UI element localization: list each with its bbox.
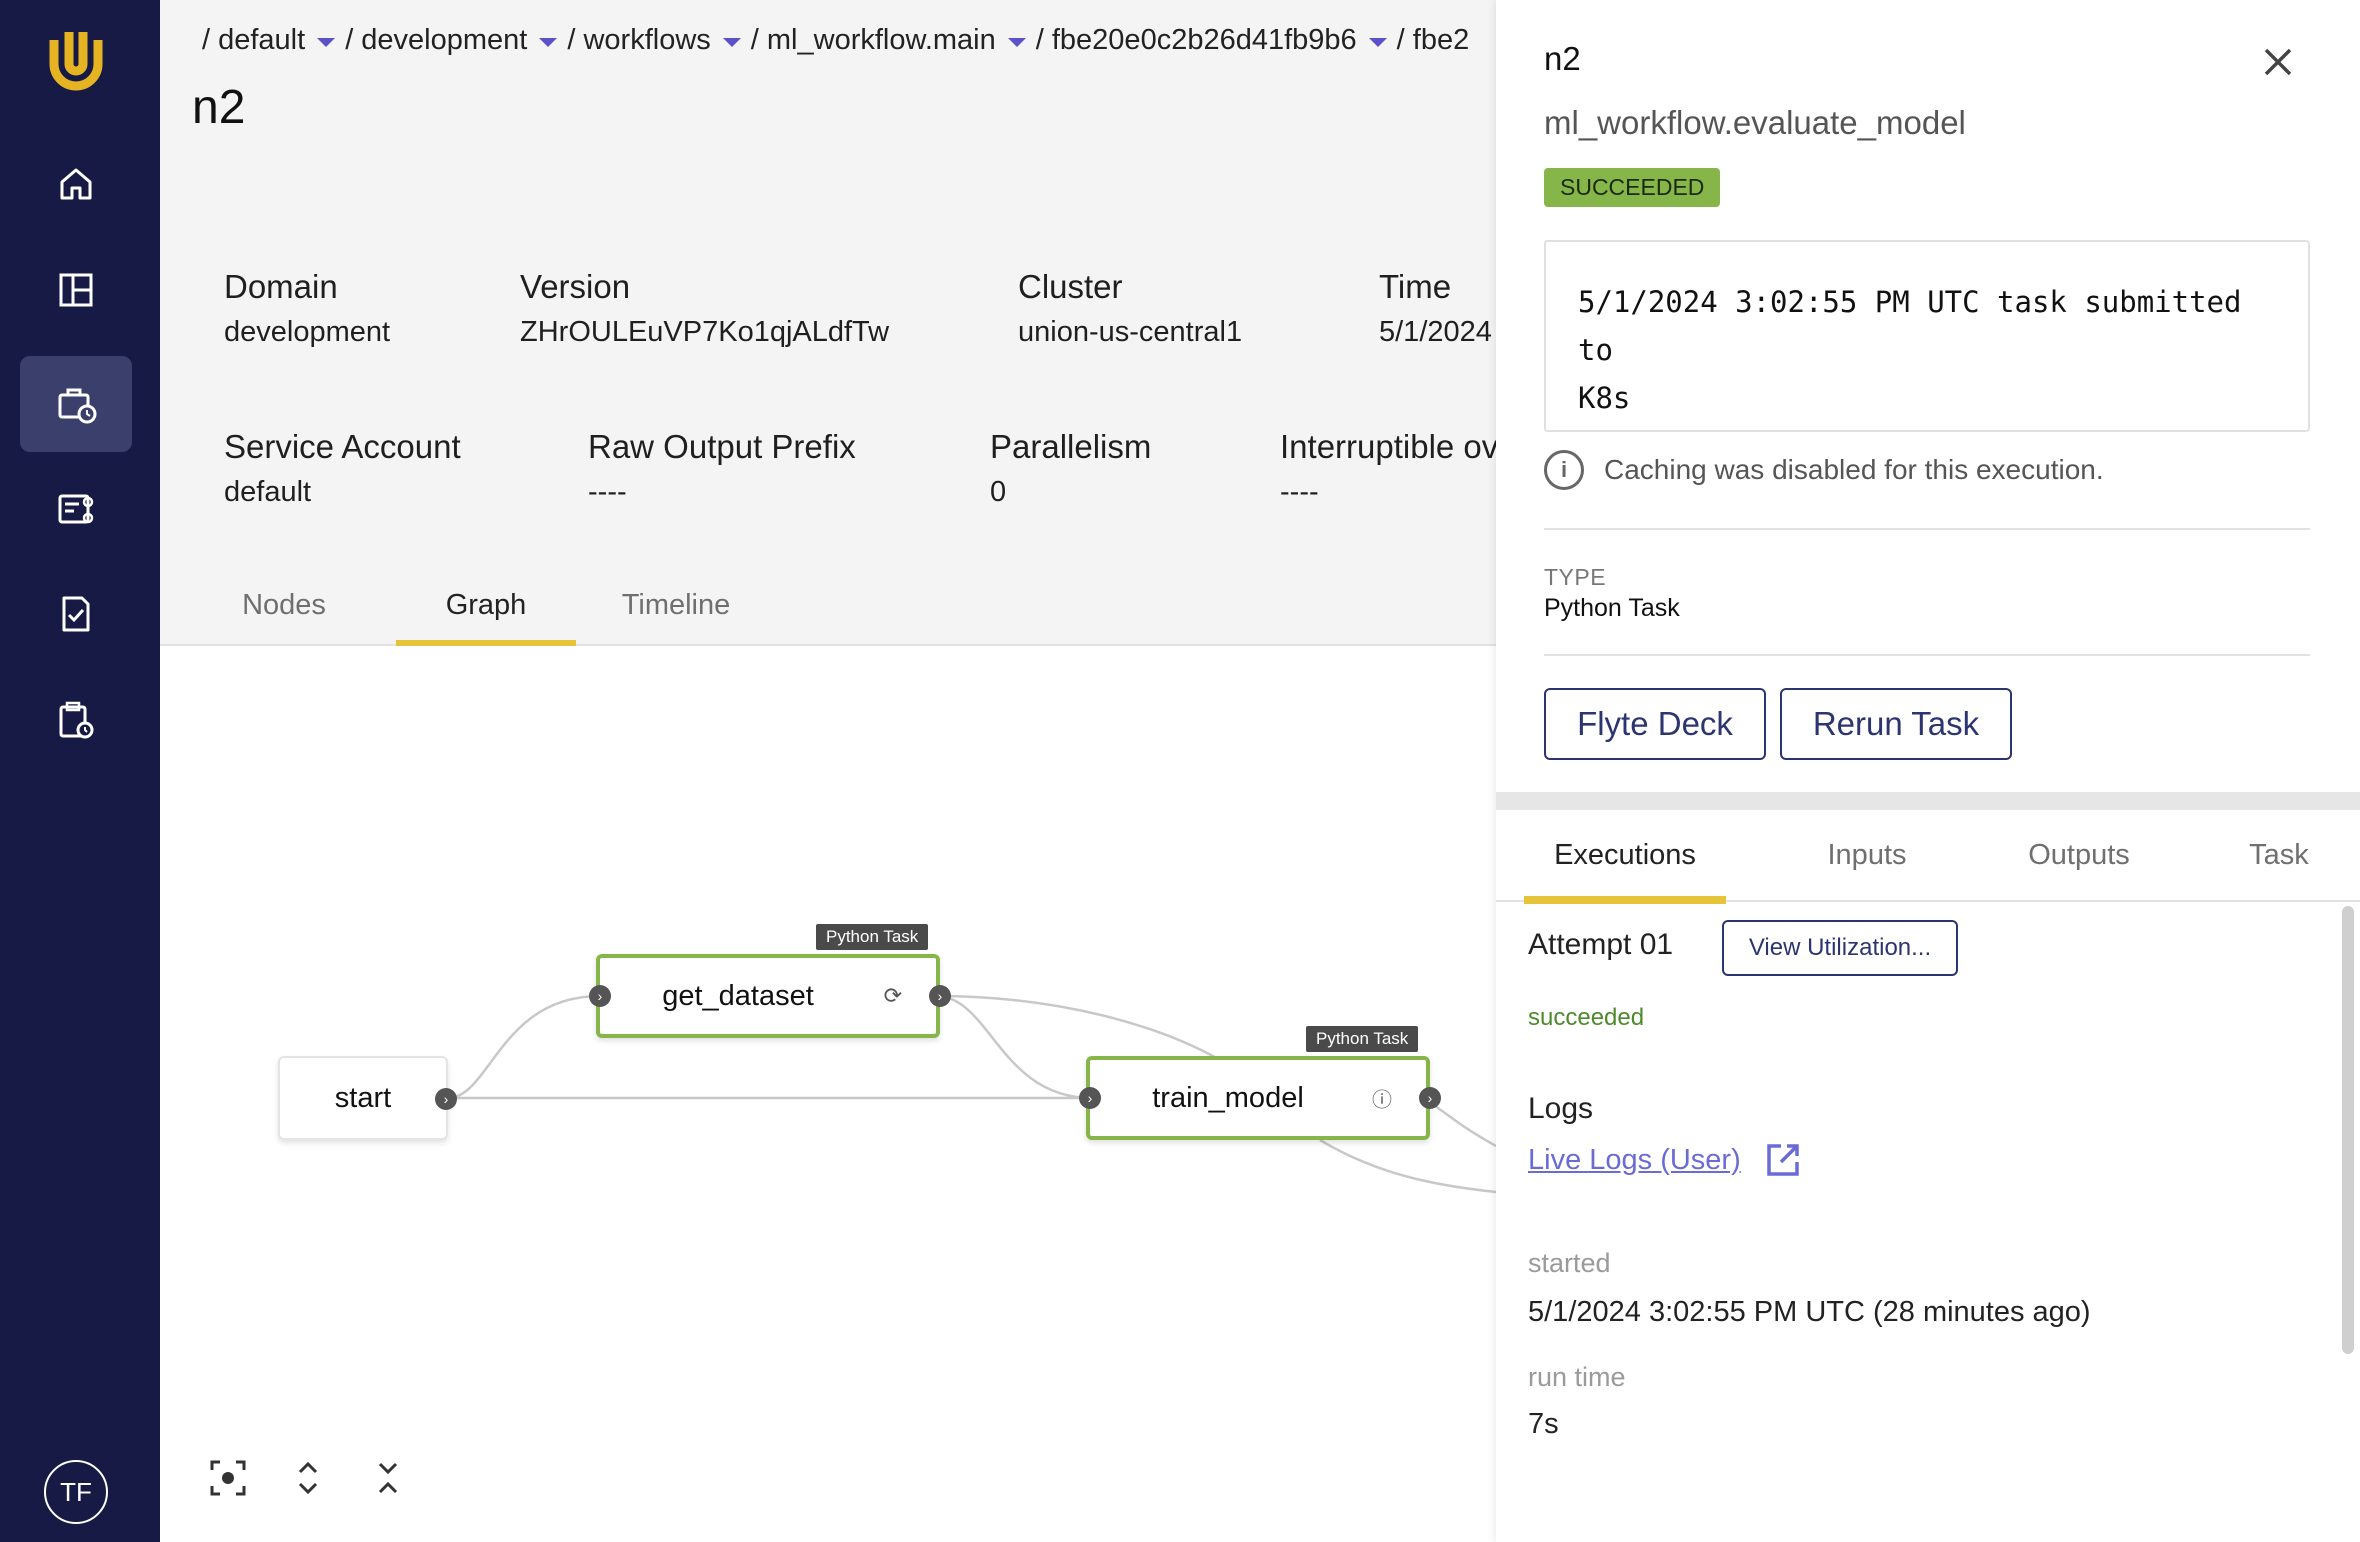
- nav-executions[interactable]: [20, 356, 132, 452]
- rerun-task-button[interactable]: Rerun Task: [1780, 688, 2012, 760]
- user-avatar[interactable]: TF: [44, 1460, 108, 1524]
- flyte-deck-button[interactable]: Flyte Deck: [1544, 688, 1766, 760]
- external-link-icon: [1767, 1144, 1799, 1176]
- type-value: Python Task: [1544, 594, 1680, 622]
- chevron-down-icon: [317, 38, 336, 47]
- meta-service-account: Service Account default: [224, 428, 461, 508]
- chevron-down-icon: [1368, 38, 1387, 47]
- info-icon: ⓘ: [1372, 1089, 1392, 1112]
- tab-timeline[interactable]: Timeline: [596, 566, 756, 644]
- tab-outputs[interactable]: Outputs: [2004, 810, 2154, 900]
- breadcrumb-execution[interactable]: / fbe20e0c2b26d41fb9b6: [1036, 24, 1387, 57]
- executions-icon: [58, 388, 97, 424]
- tab-inputs[interactable]: Inputs: [1796, 810, 1938, 900]
- live-logs-link[interactable]: Live Logs (User): [1528, 1140, 1803, 1180]
- meta-cluster: Cluster union-us-central1: [1018, 268, 1243, 348]
- panel-separator: [1496, 792, 2360, 810]
- chevron-right-icon: ›: [929, 985, 951, 1007]
- divider: [1544, 528, 2310, 530]
- cache-sync-icon: ⟳: [883, 983, 902, 1008]
- collapse-icon[interactable]: [368, 1458, 408, 1498]
- graph-node-start[interactable]: start ›: [278, 1056, 457, 1140]
- workflow-graph[interactable]: start › Python Task › get_dataset ⟳ › Py…: [160, 646, 1496, 1542]
- meta-time: Time 5/1/2024: [1379, 268, 1492, 348]
- breadcrumb-workflows[interactable]: / workflows: [567, 24, 741, 57]
- nav-dashboard[interactable]: [20, 242, 132, 338]
- breadcrumb-workflow[interactable]: / ml_workflow.main: [751, 24, 1026, 57]
- status-badge: SUCCEEDED: [1544, 168, 1721, 207]
- panel-subtitle: ml_workflow.evaluate_model: [1544, 104, 1966, 141]
- fit-view-icon[interactable]: [208, 1458, 248, 1498]
- chevron-down-icon: [722, 38, 741, 47]
- view-utilization-button[interactable]: View Utilization...: [1722, 920, 1958, 976]
- nav-home[interactable]: [20, 136, 132, 232]
- chevron-down-icon: [539, 38, 558, 47]
- started-label: started: [1528, 1248, 1611, 1278]
- chevron-right-icon: ›: [1419, 1087, 1441, 1109]
- breadcrumb: / default / development / workflows / ml…: [202, 24, 1479, 57]
- close-icon[interactable]: [2260, 44, 2296, 80]
- breadcrumb-node[interactable]: / fbe2: [1397, 24, 1470, 57]
- meta-interruptible: Interruptible ov ----: [1280, 428, 1499, 508]
- meta-raw-output-prefix: Raw Output Prefix ----: [588, 428, 856, 508]
- chevron-right-icon: ›: [435, 1088, 457, 1110]
- panel-title: n2: [1544, 40, 1581, 77]
- left-nav: TF: [0, 0, 160, 1542]
- node-details-panel: n2 ml_workflow.evaluate_model SUCCEEDED …: [1496, 0, 2360, 1542]
- tab-nodes[interactable]: Nodes: [224, 566, 344, 644]
- meta-parallelism: Parallelism 0: [990, 428, 1152, 508]
- meta-version: Version ZHrOULEuVP7Ko1qjALdfTw: [520, 268, 890, 348]
- attempt-label: Attempt 01: [1528, 928, 1674, 961]
- panel-scrollbar[interactable]: [2342, 906, 2354, 1354]
- runtime-value: 7s: [1528, 1408, 1559, 1440]
- dashboard-icon: [59, 273, 93, 307]
- graph-node-train-model[interactable]: › train_model ⓘ ›: [1079, 1056, 1441, 1140]
- breadcrumb-project[interactable]: / default: [202, 24, 336, 57]
- meta-domain: Domain development: [224, 268, 391, 348]
- runtime-label: run time: [1528, 1362, 1626, 1392]
- node-type-tag: Python Task: [816, 924, 929, 950]
- nav-tasks[interactable]: [20, 566, 132, 662]
- execution-tabs: Nodes Graph Timeline: [160, 566, 1496, 648]
- workflows-icon: [58, 494, 94, 524]
- type-label: TYPE: [1544, 564, 1607, 590]
- main-content: / default / development / workflows / ml…: [160, 0, 1499, 1542]
- tab-graph[interactable]: Graph: [396, 566, 576, 648]
- panel-tabs: Executions Inputs Outputs Task: [1496, 810, 2360, 904]
- started-value: 5/1/2024 3:02:55 PM UTC (28 minutes ago): [1528, 1296, 2091, 1328]
- execution-log: 5/1/2024 3:02:55 PM UTC task submitted t…: [1544, 240, 2310, 432]
- node-type-tag: Python Task: [1306, 1026, 1419, 1052]
- chevron-right-icon: ›: [1079, 1087, 1101, 1109]
- graph-node-get-dataset[interactable]: › get_dataset ⟳ ›: [589, 954, 951, 1038]
- attempt-status: succeeded: [1528, 1004, 1645, 1031]
- graph-controls: [208, 1458, 408, 1498]
- divider: [1544, 654, 2310, 656]
- logs-label: Logs: [1528, 1092, 1594, 1125]
- tab-executions[interactable]: Executions: [1524, 810, 1726, 904]
- chevron-right-icon: ›: [589, 985, 611, 1007]
- page-title: n2: [192, 81, 246, 134]
- tasks-icon: [62, 596, 90, 632]
- union-logo-icon[interactable]: [40, 20, 112, 92]
- nav-workflows[interactable]: [20, 462, 132, 558]
- chevron-down-icon: [1007, 38, 1026, 47]
- nav-schedules[interactable]: [20, 672, 132, 768]
- cache-note: i Caching was disabled for this executio…: [1544, 450, 2104, 490]
- tab-task[interactable]: Task: [2222, 810, 2336, 900]
- schedules-icon: [59, 701, 94, 739]
- info-icon: i: [1544, 450, 1584, 490]
- expand-icon[interactable]: [288, 1458, 328, 1498]
- home-icon: [60, 168, 92, 200]
- breadcrumb-domain[interactable]: / development: [345, 24, 558, 57]
